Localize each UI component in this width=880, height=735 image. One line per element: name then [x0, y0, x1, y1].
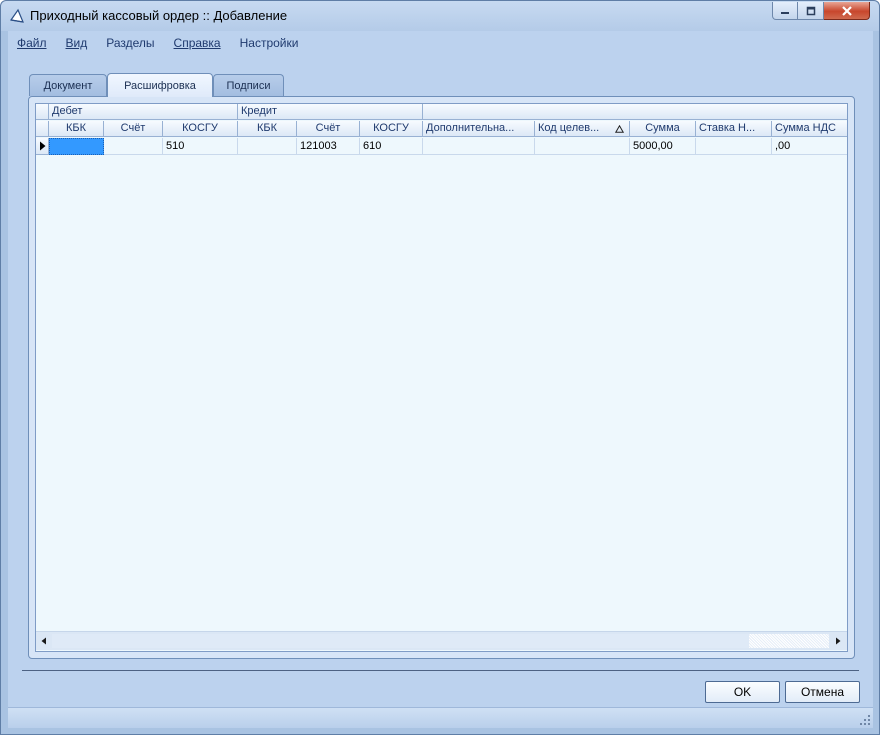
- window-title: Приходный кассовый ордер :: Добавление: [30, 8, 288, 23]
- table-cell[interactable]: 5000,00: [630, 138, 696, 155]
- status-bar: [8, 707, 873, 728]
- column-header-credit-kbk[interactable]: КБК: [238, 121, 297, 137]
- ok-button-label: OK: [733, 685, 752, 699]
- column-header-credit-account[interactable]: Счёт: [297, 121, 360, 137]
- current-row-arrow-icon: [40, 141, 46, 151]
- app-window: Приходный кассовый ордер :: Добавление Ф…: [0, 0, 880, 735]
- table-cell[interactable]: [696, 138, 772, 155]
- tab-signatures[interactable]: Подписи: [213, 74, 284, 96]
- table-cell[interactable]: 510: [163, 138, 238, 155]
- menu-settings[interactable]: Настройки: [240, 36, 299, 54]
- menu-view[interactable]: Вид: [66, 36, 88, 54]
- scroll-right-icon[interactable]: [833, 636, 843, 646]
- client-area: Файл Вид Разделы Справка Настройки Докум…: [8, 31, 873, 728]
- close-button[interactable]: [824, 2, 870, 20]
- table-cell[interactable]: [49, 138, 104, 155]
- column-header-target-code[interactable]: Код целев...: [535, 121, 630, 137]
- table-cell[interactable]: 610: [360, 138, 423, 155]
- resize-grip-icon[interactable]: [859, 714, 871, 726]
- cancel-button[interactable]: Отмена: [785, 681, 860, 703]
- table-cell[interactable]: [104, 138, 163, 155]
- scrollbar-thumb[interactable]: [52, 634, 749, 648]
- minimize-button[interactable]: [772, 2, 798, 20]
- column-header-credit-kosgu[interactable]: КОСГУ: [360, 121, 423, 137]
- cancel-button-label: Отмена: [800, 685, 845, 699]
- maximize-button[interactable]: [798, 2, 824, 20]
- table-cell[interactable]: ,00: [772, 138, 847, 155]
- triangle-up-icon: [615, 125, 624, 133]
- scrollbar-track[interactable]: [749, 634, 829, 648]
- menu-sections[interactable]: Разделы: [106, 36, 154, 54]
- column-header-debit-account[interactable]: Счёт: [104, 121, 163, 137]
- row-indicator[interactable]: [36, 138, 49, 155]
- column-header-vat-sum[interactable]: Сумма НДС: [772, 121, 847, 137]
- tab-breakdown-label: Расшифровка: [124, 79, 196, 92]
- table-cell[interactable]: [423, 138, 535, 155]
- column-header-additional[interactable]: Дополнительна...: [423, 121, 535, 137]
- close-icon: [841, 5, 852, 16]
- maximize-icon: [806, 6, 815, 15]
- ok-button[interactable]: OK: [705, 681, 780, 703]
- scroll-left-icon[interactable]: [39, 636, 49, 646]
- table-cell[interactable]: [238, 138, 297, 155]
- group-header-credit: Кредит: [238, 104, 423, 120]
- grid-corner-top: [36, 104, 49, 120]
- column-header-debit-kosgu[interactable]: КОСГУ: [163, 121, 238, 137]
- column-header-debit-kbk[interactable]: КБК: [49, 121, 104, 137]
- grid-corner-bottom: [36, 121, 49, 137]
- tab-signatures-label: Подписи: [226, 79, 271, 92]
- group-header-other: [423, 104, 847, 120]
- menu-file-label: Файл: [17, 36, 47, 50]
- group-header-debit: Дебет: [49, 104, 238, 120]
- separator: [22, 670, 859, 671]
- tab-document-label: Документ: [43, 79, 93, 92]
- column-header-sum[interactable]: Сумма: [630, 121, 696, 137]
- menu-file[interactable]: Файл: [17, 36, 47, 54]
- breakdown-grid[interactable]: Дебет Кредит КБК Счёт КОСГУ КБК Счёт КОС…: [35, 103, 848, 652]
- column-header-vat-rate[interactable]: Ставка Н...: [696, 121, 772, 137]
- table-cell[interactable]: [535, 138, 630, 155]
- tab-document[interactable]: Документ: [29, 74, 107, 96]
- app-icon: [9, 8, 24, 23]
- menu-help[interactable]: Справка: [174, 36, 221, 54]
- tab-breakdown[interactable]: Расшифровка: [107, 73, 213, 97]
- column-header-target-code-label: Код целев...: [538, 122, 600, 134]
- menu-view-label: Вид: [65, 36, 88, 50]
- title-bar[interactable]: Приходный кассовый ордер :: Добавление: [1, 1, 879, 31]
- table-cell[interactable]: 121003: [297, 138, 360, 155]
- minimize-icon: [781, 11, 789, 14]
- tab-panel-breakdown: Дебет Кредит КБК Счёт КОСГУ КБК Счёт КОС…: [28, 96, 855, 659]
- menu-help-label: Справка: [173, 36, 221, 50]
- menu-bar: Файл Вид Разделы Справка Настройки: [17, 36, 317, 54]
- menu-settings-label: Настройки: [239, 36, 299, 50]
- menu-sections-label: Разделы: [106, 36, 155, 50]
- horizontal-scrollbar[interactable]: [36, 631, 847, 650]
